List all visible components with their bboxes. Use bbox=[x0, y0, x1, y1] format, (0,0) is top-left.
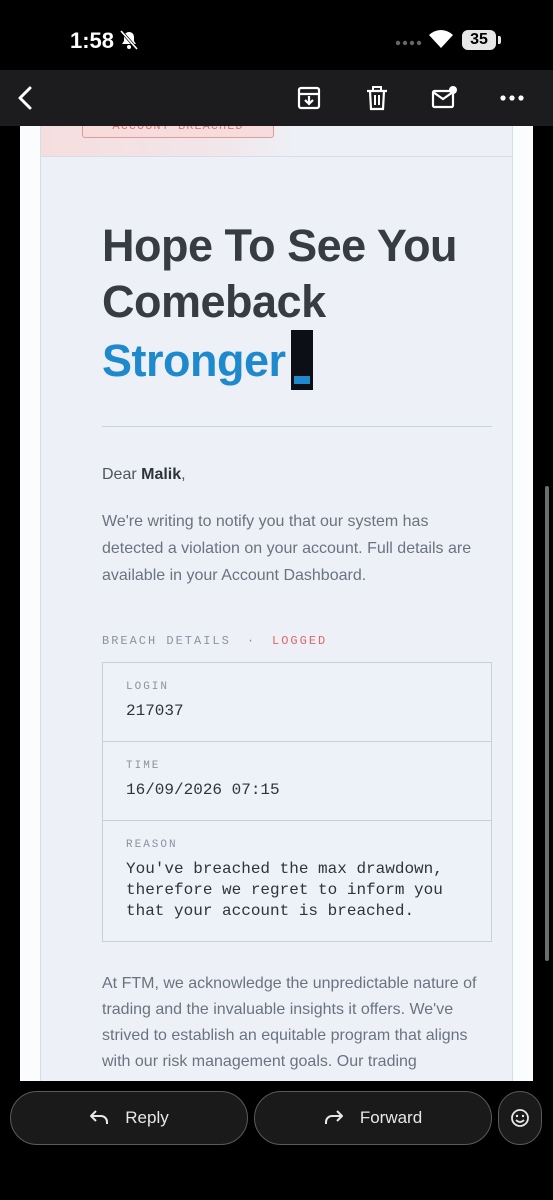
greeting-prefix: Dear bbox=[102, 466, 142, 483]
greeting-suffix: , bbox=[181, 466, 186, 483]
forward-button[interactable]: Forward bbox=[254, 1091, 492, 1145]
detail-label: REASON bbox=[126, 839, 178, 851]
logged-status: LOGGED bbox=[272, 634, 328, 648]
headline-line-2: Comeback bbox=[102, 276, 326, 327]
detail-row-time: TIME 16/09/2026 07:15 bbox=[103, 742, 491, 821]
mark-unread-icon[interactable] bbox=[430, 84, 458, 112]
reply-label: Reply bbox=[125, 1108, 169, 1127]
forward-label: Forward bbox=[359, 1108, 423, 1127]
battery-tip bbox=[498, 36, 501, 44]
detail-row-reason: REASON You've breached the max drawdown,… bbox=[103, 821, 491, 941]
account-status-pill: ACCOUNT BREACHED bbox=[82, 126, 274, 138]
signal-dots-icon bbox=[395, 40, 422, 46]
greeting: Dear Malik, bbox=[102, 466, 186, 484]
detail-value: 217037 bbox=[126, 702, 184, 720]
email-toolbar bbox=[0, 70, 553, 126]
status-bar: 1:58 35 bbox=[0, 0, 553, 70]
divider bbox=[102, 426, 492, 427]
email-body: ACCOUNT BREACHED Hope To See You Comebac… bbox=[20, 126, 533, 1081]
more-options-icon[interactable] bbox=[498, 84, 526, 112]
detail-value: You've breached the max drawdown, theref… bbox=[126, 860, 443, 920]
email-headline: Hope To See You Comeback Stronger bbox=[102, 218, 502, 390]
headline-line-1: Hope To See You bbox=[102, 220, 458, 271]
detail-value: 16/09/2026 07:15 bbox=[126, 781, 280, 799]
section-title: BREACH DETAILS bbox=[102, 634, 231, 648]
battery-level: 35 bbox=[462, 30, 496, 50]
breach-details-table: LOGIN 217037 TIME 16/09/2026 07:15 REASO… bbox=[102, 662, 492, 942]
terminal-cursor bbox=[290, 330, 313, 390]
body-paragraph: At FTM, we acknowledge the unpredictable… bbox=[102, 975, 477, 1070]
email-viewer[interactable]: ACCOUNT BREACHED Hope To See You Comebac… bbox=[0, 126, 553, 1081]
emoji-reaction-button[interactable] bbox=[498, 1091, 542, 1145]
forward-icon bbox=[324, 1110, 343, 1124]
divider bbox=[41, 156, 512, 157]
recipient-name: Malik bbox=[141, 466, 182, 483]
reply-button[interactable]: Reply bbox=[10, 1091, 248, 1145]
section-separator: · bbox=[246, 634, 257, 648]
detail-label: TIME bbox=[126, 760, 161, 772]
wifi-icon bbox=[429, 30, 453, 48]
archive-icon[interactable] bbox=[295, 84, 323, 112]
reply-icon bbox=[90, 1110, 109, 1124]
headline-accent: Stronger bbox=[102, 335, 286, 386]
detail-row-login: LOGIN 217037 bbox=[103, 663, 491, 742]
email-card: ACCOUNT BREACHED Hope To See You Comebac… bbox=[40, 126, 513, 1081]
smiley-icon bbox=[511, 1109, 529, 1127]
detail-label: LOGIN bbox=[126, 681, 170, 693]
alert-banner: ACCOUNT BREACHED bbox=[41, 126, 301, 156]
status-time: 1:58 bbox=[70, 28, 115, 53]
trash-icon[interactable] bbox=[363, 84, 391, 112]
breach-details-label: BREACH DETAILS · LOGGED bbox=[102, 634, 327, 648]
scrollbar[interactable] bbox=[545, 486, 549, 961]
back-arrow-icon[interactable] bbox=[12, 84, 40, 112]
intro-paragraph: We're writing to notify you that our sys… bbox=[102, 513, 472, 584]
bell-muted-icon bbox=[120, 30, 138, 50]
action-bar: Reply Forward bbox=[0, 1081, 553, 1200]
